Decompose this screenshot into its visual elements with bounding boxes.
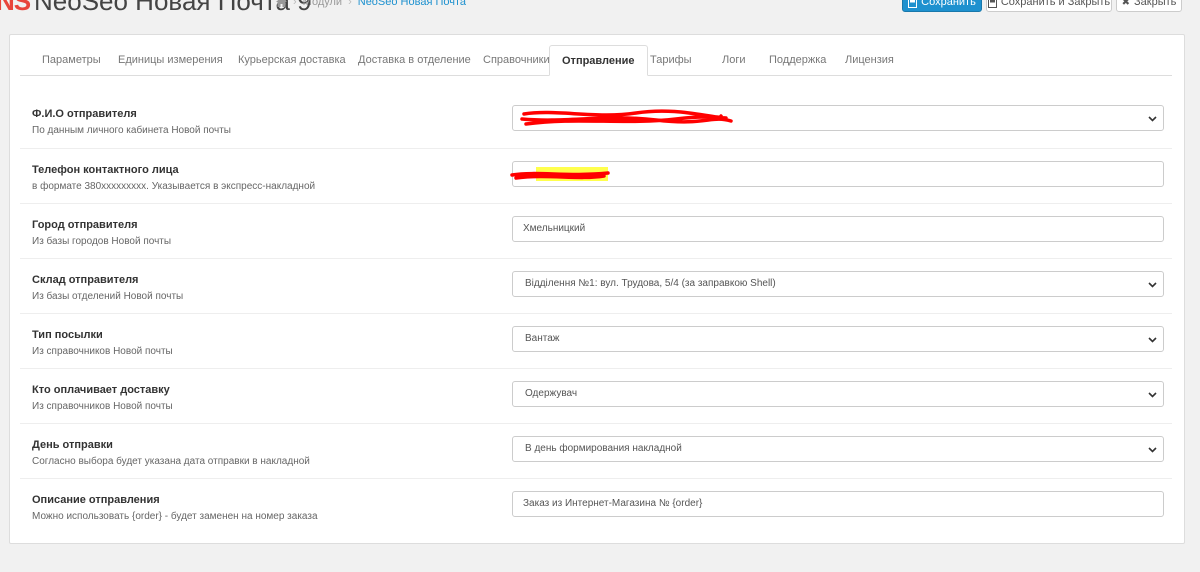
tab-branch-delivery[interactable]: Доставка в отделение [346, 45, 483, 75]
save-and-close-label: Сохранить и Закрыть [1000, 0, 1111, 8]
field-label: Город отправителя [32, 219, 138, 231]
field-row-payer: Кто оплачивает доставку Из справочников … [20, 368, 1172, 423]
breadcrumb-modules[interactable]: Модули [303, 0, 342, 8]
select-value: Одержувач [525, 388, 578, 399]
parcel-type-select[interactable]: Вантаж [512, 326, 1164, 352]
sender-name-select[interactable] [512, 105, 1164, 131]
field-row-sender-name: Ф.И.О отправителя По данным личного каби… [20, 93, 1172, 148]
field-row-sender-warehouse: Склад отправителя Из базы отделений Ново… [20, 258, 1172, 313]
field-label: День отправки [32, 439, 113, 451]
select-value: В день формирования накладной [525, 443, 682, 454]
page-title: NeoSeo Новая Почта 9 [34, 0, 312, 16]
field-hint: Из справочников Новой почты [32, 401, 173, 412]
field-hint: Можно использовать {order} - будет замен… [32, 511, 318, 522]
tab-support[interactable]: Поддержка [757, 45, 838, 75]
sender-warehouse-select[interactable]: Відділення №1: вул. Трудова, 5/4 (за зап… [512, 271, 1164, 297]
tab-shipment[interactable]: Отправление [549, 45, 648, 76]
brand-logo: NS [0, 0, 31, 16]
field-row-parcel-type: Тип посылки Из справочников Новой почты … [20, 313, 1172, 368]
field-row-shipment-description: Описание отправления Можно использовать … [20, 478, 1172, 533]
tab-parameters[interactable]: Параметры [30, 45, 113, 75]
breadcrumb: › Модули › NeoSeo Новая Почта [276, 0, 466, 8]
close-button[interactable]: ✖ Закрыть [1116, 0, 1182, 12]
tab-bar: Параметры Единицы измерения Курьерская д… [20, 45, 1172, 76]
close-icon: ✖ [1121, 0, 1130, 8]
tab-units[interactable]: Единицы измерения [106, 45, 235, 75]
field-row-contact-phone: Телефон контактного лица в формате 380xx… [20, 148, 1172, 203]
field-label: Склад отправителя [32, 274, 139, 286]
field-hint: Из базы городов Новой почты [32, 236, 172, 247]
save-icon [987, 0, 997, 8]
select-value: Вантаж [525, 333, 560, 344]
payer-select[interactable]: Одержувач [512, 381, 1164, 407]
field-label: Кто оплачивает доставку [32, 384, 170, 396]
field-hint: Согласно выбора будет указана дата отпра… [32, 456, 310, 467]
tab-license[interactable]: Лицензия [833, 45, 906, 75]
field-hint: По данным личного кабинета Новой почты [32, 125, 231, 136]
save-and-close-button[interactable]: Сохранить и Закрыть [986, 0, 1112, 12]
chevron-down-icon [1148, 392, 1157, 398]
home-icon[interactable] [276, 0, 287, 7]
select-value: Відділення №1: вул. Трудова, 5/4 (за зап… [525, 278, 776, 289]
field-hint: Из справочников Новой почты [32, 346, 173, 357]
chevron-down-icon [1148, 337, 1157, 343]
field-label: Тип посылки [32, 329, 103, 341]
field-row-sender-city: Город отправителя Из базы городов Новой … [20, 203, 1172, 258]
contact-phone-input[interactable] [512, 161, 1164, 187]
field-hint: Из базы отделений Новой почты [32, 291, 184, 302]
tab-courier-delivery[interactable]: Курьерская доставка [226, 45, 358, 75]
field-hint: в формате 380xxxxxxxxx. Указывается в эк… [32, 181, 316, 192]
close-button-label: Закрыть [1134, 0, 1177, 8]
save-icon [908, 0, 918, 8]
tab-logs[interactable]: Логи [710, 45, 758, 75]
breadcrumb-current[interactable]: NeoSeo Новая Почта [358, 0, 466, 8]
chevron-down-icon [1148, 447, 1157, 453]
breadcrumb-separator: › [348, 0, 352, 8]
breadcrumb-separator: › [293, 0, 297, 8]
field-label: Ф.И.О отправителя [32, 108, 137, 120]
field-row-shipping-day: День отправки Согласно выбора будет указ… [20, 423, 1172, 478]
save-button-label: Сохранить [921, 0, 976, 8]
save-button[interactable]: Сохранить [902, 0, 982, 12]
sender-city-input[interactable]: Хмельницкий [512, 216, 1164, 242]
field-label: Описание отправления [32, 494, 160, 506]
shipment-description-input[interactable]: Заказ из Интернет-Магазина № {order} [512, 491, 1164, 517]
chevron-down-icon [1148, 282, 1157, 288]
header-bar: NS NeoSeo Новая Почта 9 › Модули › NeoSe… [0, 0, 1200, 30]
tab-tariffs[interactable]: Тарифы [638, 45, 704, 75]
settings-panel: Параметры Единицы измерения Курьерская д… [9, 34, 1185, 544]
shipping-day-select[interactable]: В день формирования накладной [512, 436, 1164, 462]
field-label: Телефон контактного лица [32, 164, 179, 176]
chevron-down-icon [1148, 116, 1157, 122]
